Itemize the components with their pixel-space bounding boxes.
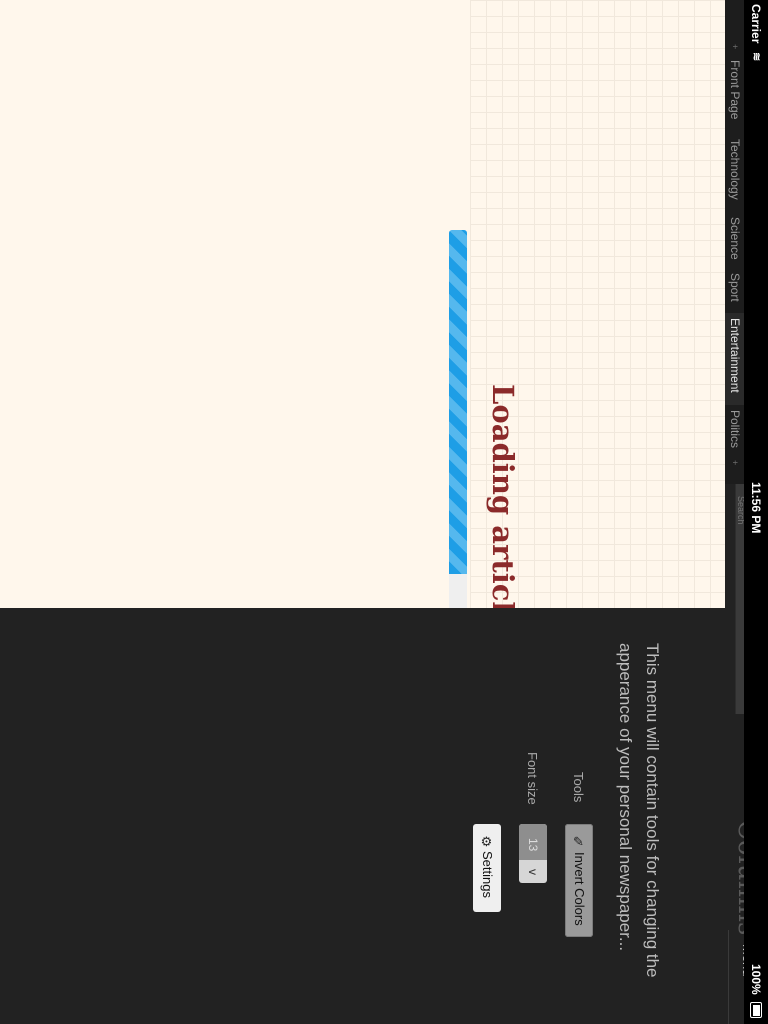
nav-separator: + [730,460,740,466]
invert-colors-label: Invert Colors [572,852,587,926]
menu-divider [728,930,729,1024]
status-bar: Carrier ≋ 11:56 PM 100% [744,0,768,1024]
nav-item-politics[interactable]: Politics [725,410,744,448]
settings-label: Settings [480,851,495,898]
font-size-label: Font size [525,752,540,805]
loading-article-text: Loading article [486,384,520,608]
nav-item-entertainment[interactable]: Entertainment [725,318,744,393]
tools-label: Tools [571,772,586,803]
article-content-area: Loading article [0,0,725,608]
nav-item-technology[interactable]: Technology [725,139,744,200]
menu-description: This menu will contain tools for changin… [616,643,662,978]
nav-item-sport[interactable]: Sport [725,273,744,302]
settings-button[interactable]: ⚙ Settings [473,824,501,912]
nav-item-front-page[interactable]: Front Page [725,60,744,119]
gear-icon: ⚙ [480,834,495,850]
battery-icon [750,1002,762,1018]
nav-item-science[interactable]: Science [725,217,744,260]
chevron-down-icon: v [526,869,540,875]
battery-percent: 100% [749,964,763,995]
pencil-icon: ✎ [572,834,587,850]
loading-progress-fill [449,230,467,574]
carrier-label: Carrier [749,4,763,44]
status-time: 11:56 PM [749,482,763,534]
font-size-value: 13 [519,824,547,860]
font-size-select[interactable]: 13 v [519,824,547,883]
loading-progress-bar [449,230,467,608]
nav-separator: + [730,44,740,50]
invert-colors-button[interactable]: ✎ Invert Colors [565,824,593,937]
category-nav: + Front Page Technology Science Sport En… [725,0,744,484]
wifi-icon: ≋ [750,52,762,62]
